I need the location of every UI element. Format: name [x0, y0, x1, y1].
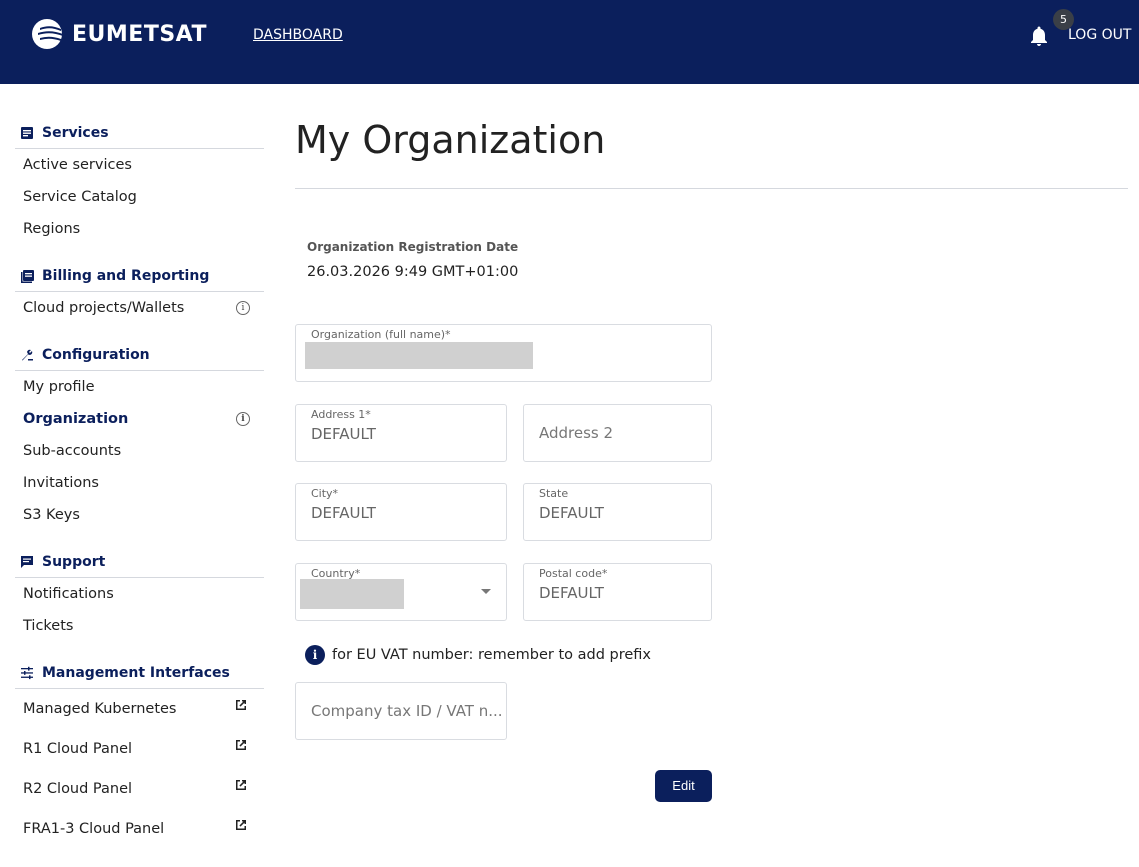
chevron-down-icon[interactable] [481, 589, 491, 594]
sidebar-section-title: Support [42, 554, 106, 570]
eumetsat-logo[interactable]: EUMETSAT [30, 17, 207, 51]
address1-field[interactable]: Address 1* DEFAULT [295, 404, 507, 462]
sidebar-item-cloud-projects[interactable]: Cloud projects/Wallets i [15, 292, 264, 324]
sidebar-section-billing: Billing and Reporting [15, 261, 264, 292]
vat-note-text: for EU VAT number: remember to add prefi… [332, 647, 651, 663]
sidebar-item-notifications[interactable]: Notifications [15, 578, 264, 610]
sidebar-item-label: R2 Cloud Panel [23, 781, 133, 797]
dashboard-link[interactable]: DASHBOARD [253, 27, 343, 43]
sidebar: Services Active services Service Catalog… [15, 118, 264, 849]
field-label: Organization (full name)* [311, 328, 451, 341]
field-label: Postal code* [539, 567, 608, 580]
field-placeholder: Address 2 [539, 424, 614, 442]
redacted-value [305, 342, 533, 369]
top-navigation-bar: EUMETSAT DASHBOARD 5 LOG OUT [0, 0, 1139, 84]
sidebar-item-tickets[interactable]: Tickets [15, 610, 264, 642]
sidebar-section-configuration: Configuration [15, 340, 264, 371]
sidebar-section-title: Billing and Reporting [42, 268, 210, 284]
sidebar-item-fra1-3-cloud-panel[interactable]: FRA1-3 Cloud Panel [15, 809, 264, 849]
external-link-icon[interactable] [234, 698, 248, 712]
logout-button[interactable]: LOG OUT [1068, 27, 1131, 43]
info-icon[interactable]: i [236, 301, 250, 315]
sliders-icon [19, 665, 35, 681]
info-icon[interactable]: i [236, 412, 250, 426]
brand-name: EUMETSAT [72, 21, 207, 47]
external-link-icon[interactable] [234, 738, 248, 752]
field-label: State [539, 487, 569, 500]
sidebar-section-title: Configuration [42, 347, 150, 363]
city-field[interactable]: City* DEFAULT [295, 483, 507, 541]
field-placeholder: Company tax ID / VAT n... [311, 702, 503, 720]
sidebar-section-services: Services [15, 118, 264, 149]
sidebar-item-r2-cloud-panel[interactable]: R2 Cloud Panel [15, 769, 264, 809]
sidebar-item-regions[interactable]: Regions [15, 213, 264, 245]
field-value: DEFAULT [311, 425, 376, 443]
sidebar-item-label: Cloud projects/Wallets [23, 300, 185, 316]
vat-info-note: i for EU VAT number: remember to add pre… [305, 645, 651, 665]
sidebar-item-label: Organization [23, 411, 129, 427]
eumetsat-logo-icon [32, 19, 63, 49]
sidebar-section-support: Support [15, 547, 264, 578]
sidebar-item-r1-cloud-panel[interactable]: R1 Cloud Panel [15, 729, 264, 769]
sidebar-item-active-services[interactable]: Active services [15, 149, 264, 181]
sidebar-item-organization[interactable]: Organization i [15, 403, 264, 435]
sidebar-item-managed-kubernetes[interactable]: Managed Kubernetes [15, 689, 264, 729]
sidebar-section-title: Services [42, 125, 109, 141]
organization-name-field[interactable]: Organization (full name)* [295, 324, 712, 382]
chat-icon [19, 554, 35, 570]
sidebar-item-invitations[interactable]: Invitations [15, 467, 264, 499]
sidebar-item-s3-keys[interactable]: S3 Keys [15, 499, 264, 531]
redacted-value [300, 579, 404, 609]
field-value: DEFAULT [539, 584, 604, 602]
country-select[interactable]: Country* [295, 563, 507, 621]
sidebar-section-title: Management Interfaces [42, 665, 230, 681]
notifications-bell-icon[interactable] [1027, 24, 1051, 48]
state-field[interactable]: State DEFAULT [523, 483, 712, 541]
sidebar-item-label: Managed Kubernetes [23, 701, 177, 717]
sidebar-item-service-catalog[interactable]: Service Catalog [15, 181, 264, 213]
sidebar-item-label: R1 Cloud Panel [23, 741, 133, 757]
field-label: City* [311, 487, 339, 500]
page-title: My Organization [295, 118, 606, 162]
divider [295, 188, 1128, 189]
edit-button[interactable]: Edit [655, 770, 712, 802]
list-icon [19, 125, 35, 141]
sidebar-item-label: FRA1-3 Cloud Panel [23, 821, 165, 837]
registration-date-label: Organization Registration Date [307, 240, 519, 254]
sidebar-item-my-profile[interactable]: My profile [15, 371, 264, 403]
external-link-icon[interactable] [234, 778, 248, 792]
registration-date-value: 26.03.2026 9:49 GMT+01:00 [307, 264, 519, 280]
field-label: Address 1* [311, 408, 371, 421]
sidebar-item-sub-accounts[interactable]: Sub-accounts [15, 435, 264, 467]
book-icon [19, 268, 35, 284]
field-value: DEFAULT [539, 504, 604, 522]
external-link-icon[interactable] [234, 818, 248, 832]
postal-code-field[interactable]: Postal code* DEFAULT [523, 563, 712, 621]
sidebar-section-management-interfaces: Management Interfaces [15, 658, 264, 689]
vat-id-field[interactable]: Company tax ID / VAT n... [295, 682, 507, 740]
wrench-icon [19, 347, 35, 363]
info-icon: i [305, 645, 325, 665]
address2-field[interactable]: Address 2 [523, 404, 712, 462]
field-value: DEFAULT [311, 504, 376, 522]
